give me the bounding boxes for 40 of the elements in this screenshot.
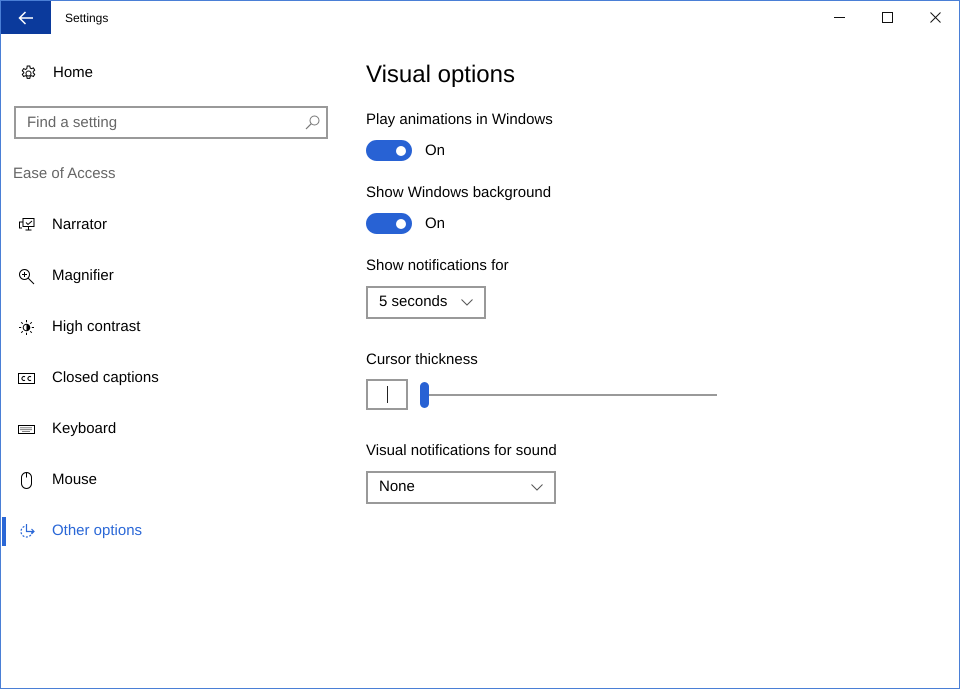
text-cursor-icon	[386, 386, 388, 403]
maximize-icon	[882, 12, 892, 23]
page-title: Visual options	[366, 60, 515, 90]
sidebar-item[interactable]: Mouse	[1, 455, 341, 506]
gear-icon	[20, 64, 37, 82]
back-button[interactable]	[1, 1, 51, 34]
home-link[interactable]: Home	[1, 53, 100, 93]
mouse-icon	[18, 472, 35, 489]
section-heading: Ease of Access	[13, 164, 116, 184]
contrast-sun-icon	[18, 319, 35, 336]
setting-label: Show notifications for	[366, 256, 509, 276]
search-field[interactable]: Find a setting	[14, 106, 328, 139]
sidebar-item[interactable]: Keyboard	[1, 404, 341, 455]
close-icon	[930, 12, 940, 23]
setting-label: Play animations in Windows	[366, 110, 553, 130]
sidebar-item[interactable]: High contrast	[1, 302, 341, 353]
back-arrow-icon	[18, 10, 34, 24]
sidebar-item[interactable]: Closed captions	[1, 353, 341, 404]
setting-label: Show Windows background	[366, 183, 552, 203]
slider-thumb[interactable]	[420, 382, 429, 408]
setting-label: Cursor thickness	[366, 350, 478, 370]
toggle-state-label: On	[425, 140, 446, 160]
chevron-down-icon	[461, 299, 474, 306]
sidebar-item[interactable]: Other options	[1, 506, 341, 557]
sidebar-item[interactable]: Narrator	[1, 200, 341, 251]
toggle-state-label: On	[425, 214, 446, 234]
minimize-icon	[834, 17, 844, 18]
closed-captions-icon	[18, 370, 35, 387]
setting-label: Visual notifications for sound	[366, 441, 557, 461]
sidebar-item[interactable]: Magnifier	[1, 251, 341, 302]
cursor-thickness-slider[interactable]	[420, 382, 717, 408]
toggle-switch[interactable]	[366, 213, 412, 234]
window-title: Settings	[65, 10, 108, 26]
chevron-down-icon	[531, 484, 543, 491]
dropdown[interactable]: None	[366, 471, 556, 504]
magnifier-plus-icon	[18, 268, 35, 285]
toggle-switch[interactable]	[366, 140, 412, 161]
dropdown[interactable]: 5 seconds	[366, 286, 486, 319]
search-icon	[305, 115, 320, 130]
dashed-circle-arrow-icon	[18, 523, 35, 540]
